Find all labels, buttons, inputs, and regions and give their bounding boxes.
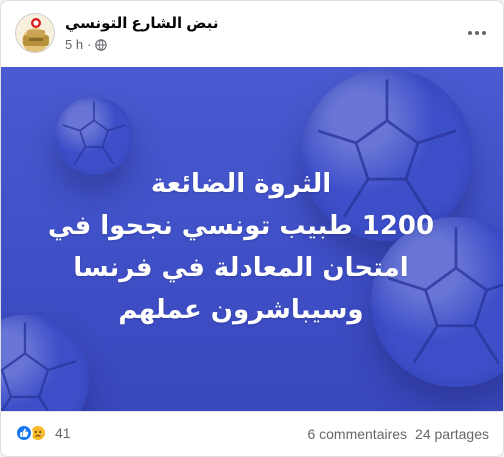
post-stats: 6 commentaires 24 partages [307, 426, 489, 442]
page-logo-icon [23, 18, 49, 46]
post-header: نبض الشارع التونسي 5 h · [1, 1, 503, 67]
more-options-icon [468, 31, 486, 35]
post-meta: 5 h · [65, 37, 108, 52]
headline-line: الثروة الضائعة [150, 169, 332, 199]
headline-line: 1200 طبيب تونسي نجحوا في [47, 211, 435, 241]
comments-count-link[interactable]: 6 commentaires [307, 426, 407, 442]
globe-icon [95, 38, 108, 51]
like-reaction-icon [15, 424, 33, 442]
reactions-summary[interactable]: 41 [15, 424, 71, 442]
page-avatar[interactable] [15, 13, 55, 53]
post-image[interactable]: الثروة الضائعة 1200 طبيب تونسي نجحوا في … [1, 67, 503, 411]
post-headline: الثروة الضائعة 1200 طبيب تونسي نجحوا في … [31, 163, 451, 331]
post-card: نبض الشارع التونسي 5 h · الثروة الضائعة … [0, 0, 504, 457]
meta-separator: · [87, 37, 92, 52]
reaction-count: 41 [55, 425, 71, 441]
post-time[interactable]: 5 h [65, 37, 83, 52]
shares-count-link[interactable]: 24 partages [415, 426, 489, 442]
headline-line: وسيباشرون عملهم [118, 295, 364, 325]
more-options-button[interactable] [463, 19, 491, 47]
headline-line: امتحان المعادلة في فرنسا [73, 253, 409, 283]
page-name[interactable]: نبض الشارع التونسي [65, 14, 218, 32]
post-footer: 41 6 commentaires 24 partages [1, 411, 503, 456]
